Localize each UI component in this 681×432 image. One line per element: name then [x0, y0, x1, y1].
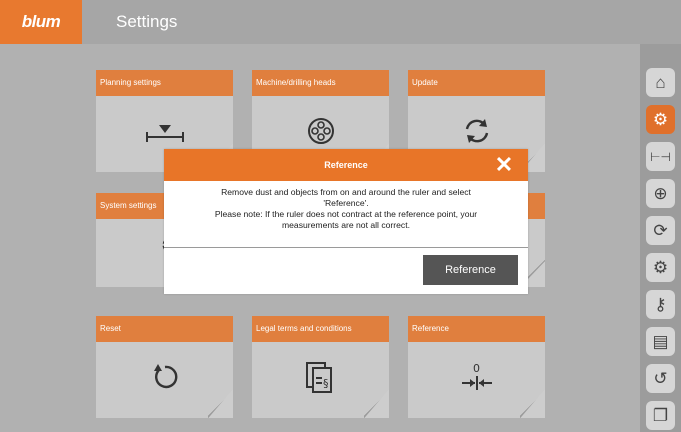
sidebar-item-zoom[interactable]: ⊕: [646, 179, 675, 208]
legal-icon: ❐: [652, 405, 669, 425]
close-icon[interactable]: ✕: [492, 153, 516, 177]
blum-logo: blum: [0, 0, 82, 44]
sidebar-item-key[interactable]: ⚷: [646, 290, 675, 319]
sidebar-item-settings[interactable]: ⚙: [646, 105, 675, 134]
tile-reset[interactable]: Reset: [96, 316, 233, 418]
drill-head-icon: [306, 116, 336, 152]
dialog-message: Remove dust and objects from on and arou…: [164, 181, 528, 231]
ruler-icon: ⊢⊣: [650, 149, 671, 164]
update-icon: [462, 116, 492, 152]
tile-reference[interactable]: Reference 0: [408, 316, 545, 418]
key-icon: ⚷: [654, 294, 667, 314]
tile-label: Reference: [408, 316, 545, 342]
clipboard-icon: ▤: [652, 331, 669, 351]
tile-label: Machine/drilling heads: [252, 70, 389, 96]
dialog-divider: [164, 247, 528, 248]
sidebar-item-system[interactable]: ⚙: [646, 253, 675, 282]
reset-icon: ↺: [653, 368, 668, 388]
sidebar-item-update[interactable]: ⟳: [646, 216, 675, 245]
sidebar: ⌂ ⚙ ⊢⊣ ⊕ ⟳ ⚙ ⚷ ▤ ↺ ❐: [640, 44, 681, 432]
tile-label: Update: [408, 70, 545, 96]
tile-label: Reset: [96, 316, 233, 342]
reference-zero-label: 0: [473, 362, 480, 375]
sidebar-item-reset[interactable]: ↺: [646, 364, 675, 393]
zoom-in-icon: ⊕: [653, 183, 668, 203]
dialog-message-line: measurements are not all correct.: [281, 220, 410, 230]
app-window: blum Settings Planning settings Machine/…: [0, 0, 681, 432]
home-icon: ⌂: [655, 72, 666, 92]
reset-icon: [150, 362, 180, 398]
reference-dialog: Reference ✕ Remove dust and objects from…: [164, 149, 528, 294]
legal-icon: §: [304, 360, 338, 400]
sidebar-item-legal[interactable]: ❐: [646, 401, 675, 430]
tile-legal-terms[interactable]: Legal terms and conditions §: [252, 316, 389, 418]
tile-label: Legal terms and conditions: [252, 316, 389, 342]
dialog-title: Reference: [324, 160, 368, 170]
gears-icon: ⚙: [652, 257, 669, 277]
refresh-icon: ⟳: [653, 220, 668, 240]
sidebar-item-planning[interactable]: ⊢⊣: [646, 142, 675, 171]
sidebar-item-clipboard[interactable]: ▤: [646, 327, 675, 356]
reference-icon: 0: [460, 361, 494, 399]
sidebar-item-home[interactable]: ⌂: [646, 68, 675, 97]
reference-button[interactable]: Reference: [423, 255, 518, 285]
settings-gear-icon: ⚙: [652, 109, 669, 129]
page-title: Settings: [116, 12, 178, 31]
dialog-message-line: 'Reference'.: [323, 198, 369, 208]
svg-text:§: §: [323, 377, 329, 390]
dialog-message-line: Please note: If the ruler does not contr…: [214, 209, 478, 219]
header-bar: blum Settings: [0, 0, 681, 44]
planning-icon: [145, 119, 185, 149]
tile-label: Planning settings: [96, 70, 233, 96]
dialog-message-line: Remove dust and objects from on and arou…: [221, 187, 471, 197]
dialog-header: Reference ✕: [164, 149, 528, 181]
